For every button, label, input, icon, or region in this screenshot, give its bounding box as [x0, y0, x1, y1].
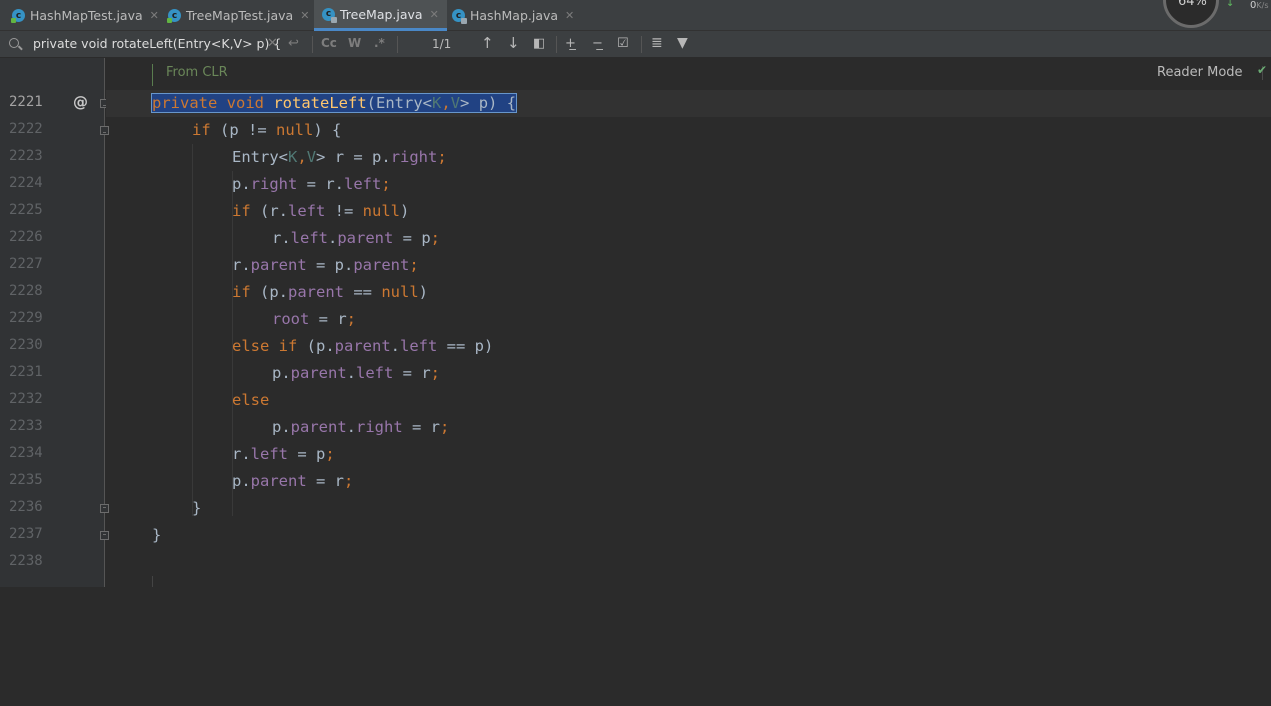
add-selection-icon[interactable]: +̲ [565, 36, 576, 51]
search-icon[interactable] [9, 38, 19, 48]
newline-icon[interactable]: ↩ [288, 36, 299, 51]
close-icon[interactable]: ✕ [565, 9, 574, 22]
match-case-toggle[interactable]: Cc [321, 36, 337, 50]
fold-icon[interactable] [100, 504, 109, 513]
code-line-2221: private void rotateLeft(Entry<K,V> p) { [150, 90, 518, 117]
code-area[interactable]: private void rotateLeft(Entry<K,V> p) { … [150, 58, 518, 706]
arrow-down-icon[interactable]: ↓ [507, 34, 520, 52]
download-arrow-icon: ↓ [1226, 0, 1235, 9]
separator [641, 36, 642, 53]
check-icon[interactable]: ✔ [1257, 63, 1267, 77]
code-editor[interactable]: 2221 2222 2223 2224 2225 2226 2227 2228 … [0, 58, 1271, 587]
line-number: 2222 [9, 121, 43, 137]
class-icon: c [167, 9, 181, 23]
tab-label: HashMap.java [470, 8, 559, 23]
line-number: 2224 [9, 175, 43, 191]
clear-icon[interactable]: ✕ [267, 36, 278, 51]
filter-icon[interactable]: ▼ [677, 35, 688, 51]
code-line-2227: r.parent = p.parent; [232, 256, 419, 274]
line-number: 2223 [9, 148, 43, 164]
separator [556, 36, 557, 53]
line-number: 2225 [9, 202, 43, 218]
override-at-icon[interactable]: @ [73, 93, 88, 111]
code-line-2224: p.right = r.left; [232, 175, 391, 193]
select-all-icon[interactable]: ☑ [617, 36, 629, 51]
code-line-2232: else [232, 391, 270, 409]
code-line-2226: r.left.parent = p; [272, 229, 441, 247]
separator [312, 36, 313, 53]
tab-hashmap[interactable]: c HashMap.java ✕ [452, 0, 574, 31]
code-line-2228: if (p.parent == null) [232, 283, 428, 301]
fold-icon[interactable] [100, 531, 109, 540]
line-number-gutter[interactable]: 2221 2222 2223 2224 2225 2226 2227 2228 … [0, 58, 109, 587]
close-icon[interactable]: ✕ [430, 8, 439, 21]
code-line-2231: p.parent.left = r; [272, 364, 441, 382]
fold-icon[interactable] [100, 126, 109, 135]
tab-label: TreeMap.java [340, 6, 423, 22]
indent-guide [192, 144, 193, 516]
close-icon[interactable]: ✕ [300, 9, 309, 22]
regex-toggle[interactable]: .* [374, 36, 385, 50]
tab-treemaptest[interactable]: c TreeMapTest.java ✕ [167, 0, 309, 31]
network-rate: 0K/s [1250, 0, 1269, 11]
line-number: 2227 [9, 256, 43, 272]
line-number: 2233 [9, 418, 43, 434]
line-number: 2231 [9, 364, 43, 380]
class-icon: c [322, 7, 337, 23]
match-count: 1/1 [432, 37, 452, 51]
search-match-highlight: private void rotateLeft(Entry<K,V> p) { [150, 93, 518, 113]
line-number: 2235 [9, 472, 43, 488]
code-line-2237: } [152, 526, 162, 544]
line-number: 2238 [9, 553, 43, 569]
memory-percent: 64% [1178, 0, 1207, 9]
separator [397, 36, 398, 53]
tab-label: HashMapTest.java [30, 8, 143, 23]
arrow-up-icon[interactable]: ↑ [481, 34, 494, 52]
line-number: 2236 [9, 499, 43, 515]
filter-options-icon[interactable]: ≣ [651, 35, 663, 51]
code-line-2225: if (r.left != null) [232, 202, 410, 220]
tab-treemap[interactable]: c TreeMap.java ✕ [314, 0, 447, 31]
line-number: 2226 [9, 229, 43, 245]
class-icon: c [452, 9, 467, 24]
search-input[interactable]: private void rotateLeft(Entry<K,V> p) { [33, 36, 281, 51]
close-icon[interactable]: ✕ [150, 9, 159, 22]
tab-hashmaptest[interactable]: c HashMapTest.java ✕ [11, 0, 159, 31]
editor-tab-bar: c HashMapTest.java ✕ c TreeMapTest.java … [0, 0, 1271, 31]
class-icon: c [11, 9, 25, 23]
remove-selection-icon[interactable]: −̲ [592, 36, 603, 51]
line-number: 2221 [9, 94, 43, 110]
code-line-2230: else if (p.parent.left == p) [232, 337, 494, 355]
reader-mode-button[interactable]: Reader Mode [1157, 65, 1243, 80]
code-line-2233: p.parent.right = r; [272, 418, 450, 436]
open-in-window-icon[interactable]: ◧ [533, 36, 545, 51]
code-line-2235: p.parent = r; [232, 472, 354, 490]
line-number: 2232 [9, 391, 43, 407]
line-number: 2230 [9, 337, 43, 353]
code-line-2234: r.left = p; [232, 445, 335, 463]
code-line-2229: root = r; [272, 310, 356, 328]
line-number: 2237 [9, 526, 43, 542]
code-line-2223: Entry<K,V> r = p.right; [232, 148, 447, 166]
code-line-2236: } [192, 499, 202, 517]
code-line-2222: if (p != null) { [192, 121, 342, 139]
line-number: 2229 [9, 310, 43, 326]
tab-label: TreeMapTest.java [186, 8, 294, 23]
line-number: 2228 [9, 283, 43, 299]
find-bar: private void rotateLeft(Entry<K,V> p) { … [0, 31, 1271, 58]
words-toggle[interactable]: W [348, 36, 361, 50]
line-number: 2234 [9, 445, 43, 461]
